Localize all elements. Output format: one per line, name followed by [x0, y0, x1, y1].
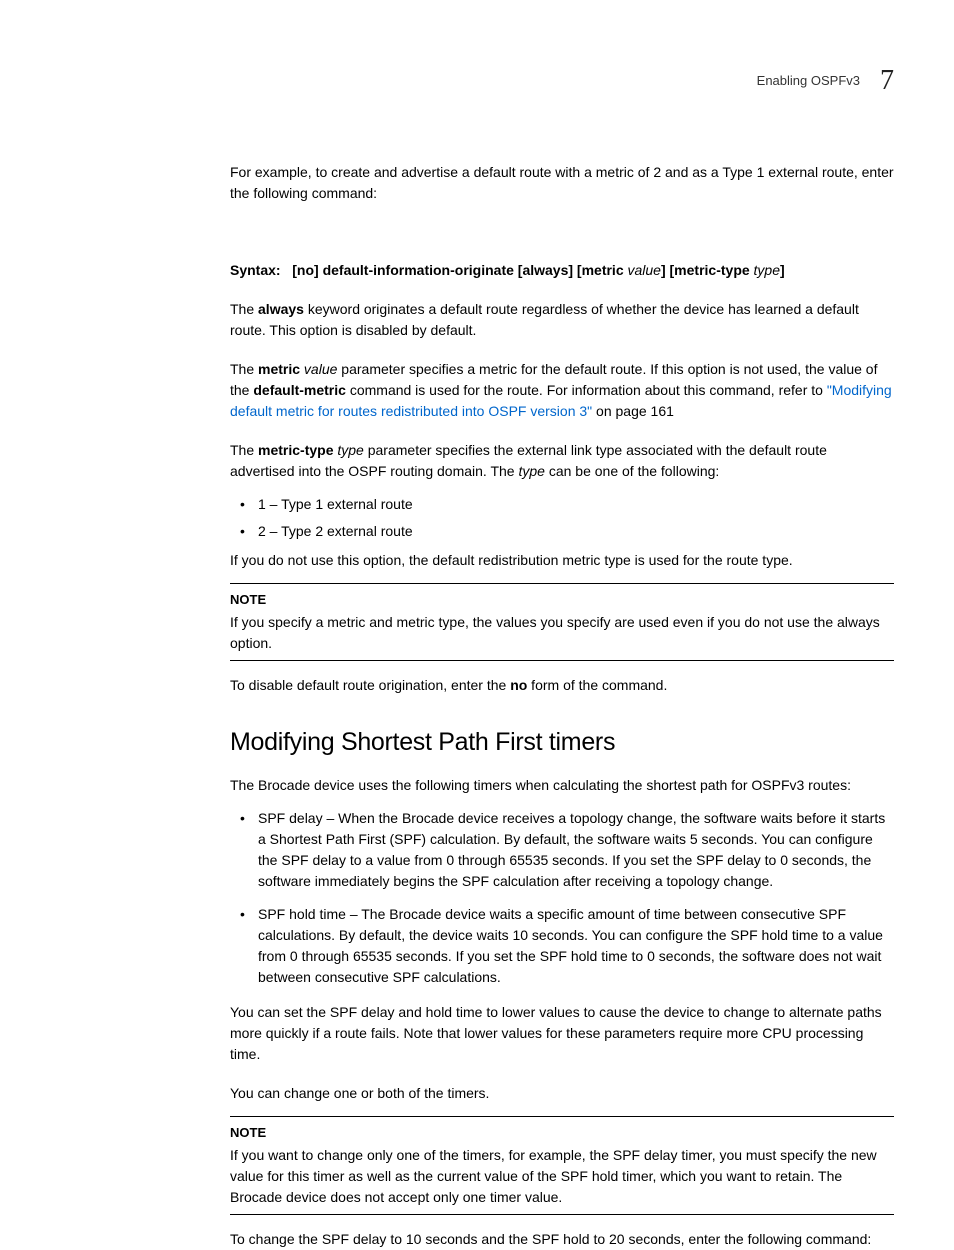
chapter-number: 7	[880, 60, 894, 102]
metric-type-keyword: metric-type	[258, 442, 333, 458]
no-keyword: no	[510, 677, 527, 693]
list-item: SPF delay – When the Brocade device rece…	[230, 808, 894, 892]
syntax-body1: [no] default-information-originate [alwa…	[292, 262, 627, 278]
spf-lower-paragraph: You can set the SPF delay and hold time …	[230, 1002, 894, 1065]
spf-intro-paragraph: The Brocade device uses the following ti…	[230, 775, 894, 796]
list-item: 1 – Type 1 external route	[230, 494, 894, 515]
default-redist-paragraph: If you do not use this option, the defau…	[230, 550, 894, 571]
syntax-line: Syntax: [no] default-information-origina…	[230, 260, 894, 281]
list-item: SPF hold time – The Brocade device waits…	[230, 904, 894, 988]
note-box: NOTE If you specify a metric and metric …	[230, 583, 894, 661]
metric-type-value: type	[333, 442, 363, 458]
spf-list: SPF delay – When the Brocade device rece…	[230, 808, 894, 988]
text: The	[230, 361, 258, 377]
list-item: 2 – Type 2 external route	[230, 521, 894, 542]
change-paragraph: You can change one or both of the timers…	[230, 1083, 894, 1104]
text: can be one of the following:	[545, 463, 719, 479]
page-header: Enabling OSPFv3 7	[60, 60, 894, 102]
syntax-value: value	[628, 262, 661, 278]
note-body: If you want to change only one of the ti…	[230, 1145, 894, 1208]
note-body: If you specify a metric and metric type,…	[230, 612, 894, 654]
always-keyword: always	[258, 301, 304, 317]
syntax-body2: ] [metric-type	[661, 262, 754, 278]
intro-paragraph: For example, to create and advertise a d…	[230, 162, 894, 204]
default-metric-keyword: default-metric	[253, 382, 346, 398]
always-paragraph: The always keyword originates a default …	[230, 299, 894, 341]
type-list: 1 – Type 1 external route 2 – Type 2 ext…	[230, 494, 894, 542]
syntax-body3: ]	[780, 262, 785, 278]
text: The	[230, 301, 258, 317]
note-title: NOTE	[230, 1123, 894, 1143]
syntax-type: type	[754, 262, 780, 278]
metric-paragraph: The metric value parameter specifies a m…	[230, 359, 894, 422]
type-value: type	[518, 463, 544, 479]
section-heading-spf-timers: Modifying Shortest Path First timers	[230, 724, 894, 762]
text: on page 161	[592, 403, 674, 419]
text: form of the command.	[527, 677, 667, 693]
page-content: For example, to create and advertise a d…	[60, 162, 894, 1250]
metric-value: value	[300, 361, 337, 377]
text: The	[230, 442, 258, 458]
syntax-label: Syntax:	[230, 262, 281, 278]
header-section-text: Enabling OSPFv3	[757, 71, 860, 91]
text: To disable default route origination, en…	[230, 677, 510, 693]
text: keyword originates a default route regar…	[230, 301, 859, 338]
metric-keyword: metric	[258, 361, 300, 377]
text: command is used for the route. For infor…	[346, 382, 827, 398]
note-box: NOTE If you want to change only one of t…	[230, 1116, 894, 1215]
disable-paragraph: To disable default route origination, en…	[230, 675, 894, 696]
metric-type-paragraph: The metric-type type parameter specifies…	[230, 440, 894, 482]
note-title: NOTE	[230, 590, 894, 610]
change-command-paragraph: To change the SPF delay to 10 seconds an…	[230, 1229, 894, 1250]
